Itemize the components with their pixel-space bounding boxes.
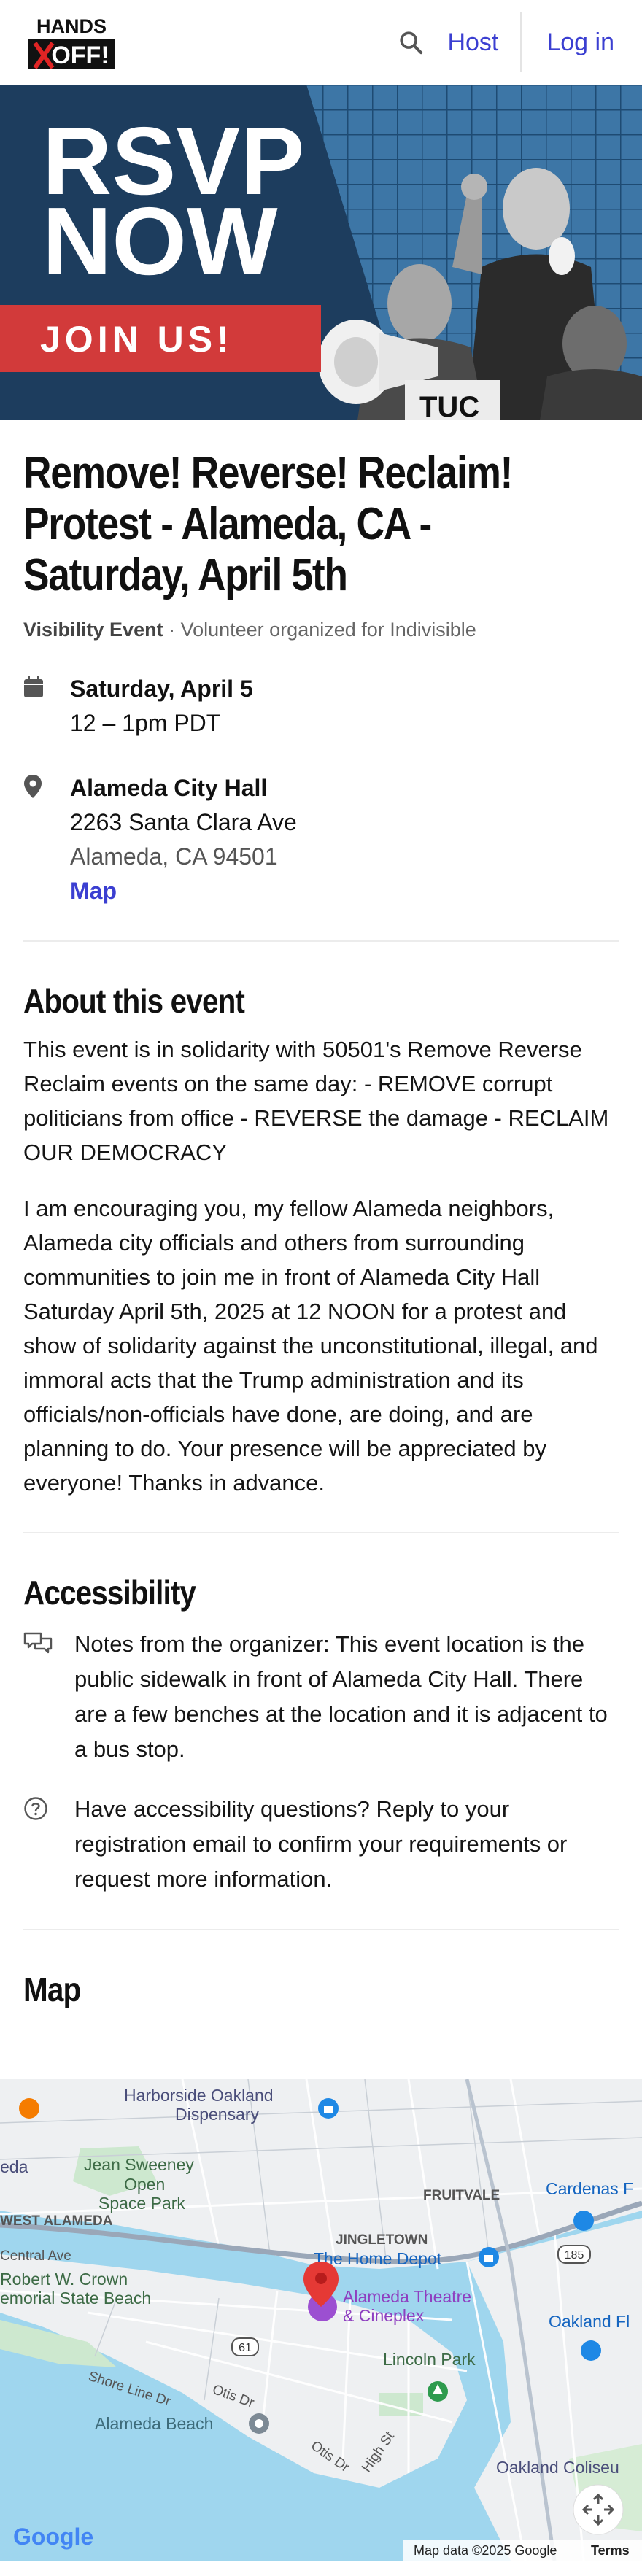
- logo-text-top: HANDS: [36, 15, 107, 37]
- about-paragraph-1: This event is in solidarity with 50501's…: [23, 1037, 609, 1165]
- map-label-harborside: Harborside Oakland: [124, 2086, 274, 2105]
- section-divider: [23, 940, 619, 942]
- map-label-oakland-fl: Oakland Fl: [549, 2312, 630, 2331]
- map-label-cineplex: & Cineplex: [343, 2306, 425, 2325]
- map-label-central-ave: Central Ave: [0, 2248, 71, 2264]
- map-attribution: Map data ©2025 Google: [414, 2543, 557, 2558]
- event-title-line: Remove! Reverse! Reclaim!: [23, 448, 513, 498]
- rsvp-banner-image: TUC RSVP NOW JOIN US!: [0, 85, 642, 420]
- login-link[interactable]: Log in: [522, 28, 617, 57]
- location-pin-icon: [23, 771, 70, 908]
- event-datetime: Saturday, April 5 12 – 1pm PDT: [23, 672, 619, 740]
- chat-bubbles-icon: [23, 1627, 74, 1767]
- location-map[interactable]: 61 185 Harborside Oakland Dispensary Jea…: [0, 2079, 642, 2561]
- event-title-line: Protest - Alameda, CA -: [23, 499, 432, 549]
- search-icon[interactable]: [389, 20, 433, 64]
- accessibility-questions-text: Have accessibility questions? Reply to y…: [74, 1796, 568, 1892]
- map-footer-spacer: [0, 2561, 642, 2576]
- map-label-eda: eda: [0, 2157, 28, 2176]
- calendar-icon: [23, 672, 70, 740]
- map-label-crown-beach: Robert W. Crown: [0, 2270, 128, 2289]
- map-label-oakland-coliseum: Oakland Coliseu: [496, 2458, 619, 2477]
- map-heading: Map: [23, 1970, 81, 2008]
- google-logo[interactable]: Google: [13, 2523, 93, 2550]
- section-divider: [23, 1929, 619, 1930]
- event-time: 12 – 1pm PDT: [70, 710, 221, 736]
- site-header: HANDS OFF! Host Log in: [0, 0, 642, 85]
- event-title: Remove! Reverse! Reclaim! Protest - Alam…: [23, 448, 626, 601]
- about-paragraph-2: I am encouraging you, my fellow Alameda …: [23, 1196, 598, 1496]
- accessibility-notes: Notes from the organizer: This event loc…: [23, 1627, 619, 1767]
- event-date: Saturday, April 5: [70, 676, 253, 702]
- section-divider: [23, 1532, 619, 1533]
- help-circle-icon: [23, 1792, 74, 1897]
- event-type: Visibility Event: [23, 619, 163, 641]
- map-label-alameda-beach: Alameda Beach: [95, 2414, 213, 2433]
- event-location: Alameda City Hall 2263 Santa Clara Ave A…: [23, 771, 619, 908]
- accessibility-notes-text: Notes from the organizer: This event loc…: [74, 1631, 608, 1762]
- map-label-home-depot: The Home Depot: [314, 2249, 442, 2268]
- map-label-west-alameda: WEST ALAMEDA: [0, 2213, 113, 2229]
- route-185-shield: 185: [565, 2249, 584, 2262]
- venue-address-line2: Alameda, CA 94501: [70, 843, 278, 870]
- event-organizer: · Volunteer organized for Indivisible: [163, 619, 476, 641]
- venue-name: Alameda City Hall: [70, 775, 268, 801]
- about-heading: About this event: [23, 982, 245, 1020]
- event-main: Remove! Reverse! Reclaim! Protest - Alam…: [0, 448, 642, 2009]
- protest-sign-text: TUC: [419, 391, 479, 420]
- venue-address-line1: 2263 Santa Clara Ave: [70, 809, 297, 835]
- map-terms-link[interactable]: Terms: [591, 2543, 630, 2558]
- logo-text-bottom: OFF!: [51, 42, 109, 69]
- event-meta: Visibility Event · Volunteer organized f…: [23, 619, 619, 641]
- host-link[interactable]: Host: [438, 28, 520, 57]
- map-label-jean-sweeney: Jean Sweeney: [84, 2155, 194, 2174]
- map-label-crown-beach-2: emorial State Beach: [0, 2289, 151, 2308]
- banner-join-text: JOIN US!: [40, 319, 233, 360]
- banner-now-text: NOW: [42, 187, 278, 295]
- map-label-alameda-theatre: Alameda Theatre: [343, 2287, 471, 2306]
- hands-off-logo[interactable]: HANDS OFF!: [25, 11, 118, 74]
- map-link[interactable]: Map: [70, 874, 297, 908]
- map-fullscreen-button[interactable]: [573, 2484, 624, 2535]
- accessibility-heading: Accessibility: [23, 1574, 196, 1612]
- route-61-shield: 61: [239, 2342, 252, 2354]
- map-label-cardenas: Cardenas F: [546, 2179, 633, 2198]
- event-title-line: Saturday, April 5th: [23, 550, 348, 600]
- map-label-dispensary: Dispensary: [175, 2105, 260, 2124]
- map-label-open: Open: [124, 2175, 165, 2194]
- map-label-fruitvale: FRUITVALE: [423, 2188, 500, 2203]
- map-label-space-park: Space Park: [98, 2194, 185, 2213]
- accessibility-questions: Have accessibility questions? Reply to y…: [23, 1792, 619, 1897]
- map-label-lincoln-park: Lincoln Park: [383, 2350, 476, 2369]
- map-label-jingletown: JINGLETOWN: [336, 2232, 428, 2248]
